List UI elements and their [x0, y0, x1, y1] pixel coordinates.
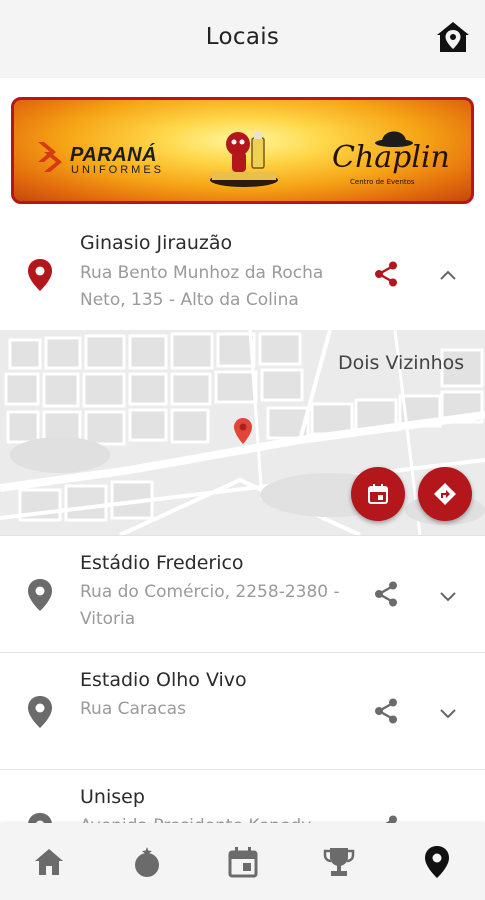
ball-icon[interactable]	[130, 845, 164, 879]
chevron-up-icon[interactable]	[437, 265, 459, 287]
calendar-icon[interactable]	[226, 845, 260, 879]
mascot-icon	[210, 132, 278, 187]
location-address: Rua do Comércio, 2258-2380 - Vitoria	[80, 582, 340, 629]
share-icon[interactable]	[372, 697, 400, 725]
trophy-icon[interactable]	[322, 845, 356, 879]
location-pin-icon	[28, 579, 52, 611]
location-name: Ginasio Jirauzão	[80, 232, 233, 254]
map-view[interactable]: Dois Vizinhos	[0, 330, 485, 535]
chevron-down-icon[interactable]	[437, 585, 459, 607]
chevron-down-icon[interactable]	[437, 702, 459, 724]
sponsor2-name: Chaplin	[332, 140, 450, 175]
location-pin-icon[interactable]	[420, 845, 454, 879]
share-icon[interactable]	[372, 580, 400, 608]
location-name: Estádio Frederico	[80, 552, 244, 574]
location-name: Estadio Olho Vivo	[80, 669, 247, 691]
directions-icon	[434, 483, 456, 505]
home-pin-icon[interactable]	[435, 20, 471, 56]
map-city-label: Dois Vizinhos	[338, 352, 465, 374]
sponsor1-subtitle: UNIFORMES	[71, 164, 164, 176]
sponsor2-subtitle: Centro de Eventos	[350, 178, 415, 186]
bottom-navigation	[0, 823, 485, 900]
calendar-icon	[368, 484, 388, 504]
page-title: Locais	[205, 24, 280, 50]
location-name: Unisep	[80, 786, 145, 808]
directions-button[interactable]	[418, 467, 472, 521]
map-marker-icon[interactable]	[233, 417, 253, 445]
list-item[interactable]: Ginasio Jirauzão Rua Bento Munhoz da Roc…	[0, 218, 485, 330]
share-icon[interactable]	[372, 260, 400, 288]
home-icon[interactable]	[32, 845, 66, 879]
location-pin-icon	[28, 259, 52, 291]
location-address: Rua Bento Munhoz da Rocha Neto, 135 - Al…	[80, 263, 324, 310]
list-item[interactable]: Estadio Olho Vivo Rua Caracas	[0, 653, 485, 769]
location-address: Rua Caracas	[80, 699, 186, 719]
add-to-calendar-button[interactable]	[351, 467, 405, 521]
sponsor-banner[interactable]: PARANÁ UNIFORMES Chaplin Centro de Event…	[11, 97, 474, 204]
app-bar: Locais	[0, 0, 485, 78]
sponsor-logo-icon	[38, 142, 62, 172]
list-item[interactable]: Estádio Frederico Rua do Comércio, 2258-…	[0, 536, 485, 652]
location-pin-icon	[28, 696, 52, 728]
